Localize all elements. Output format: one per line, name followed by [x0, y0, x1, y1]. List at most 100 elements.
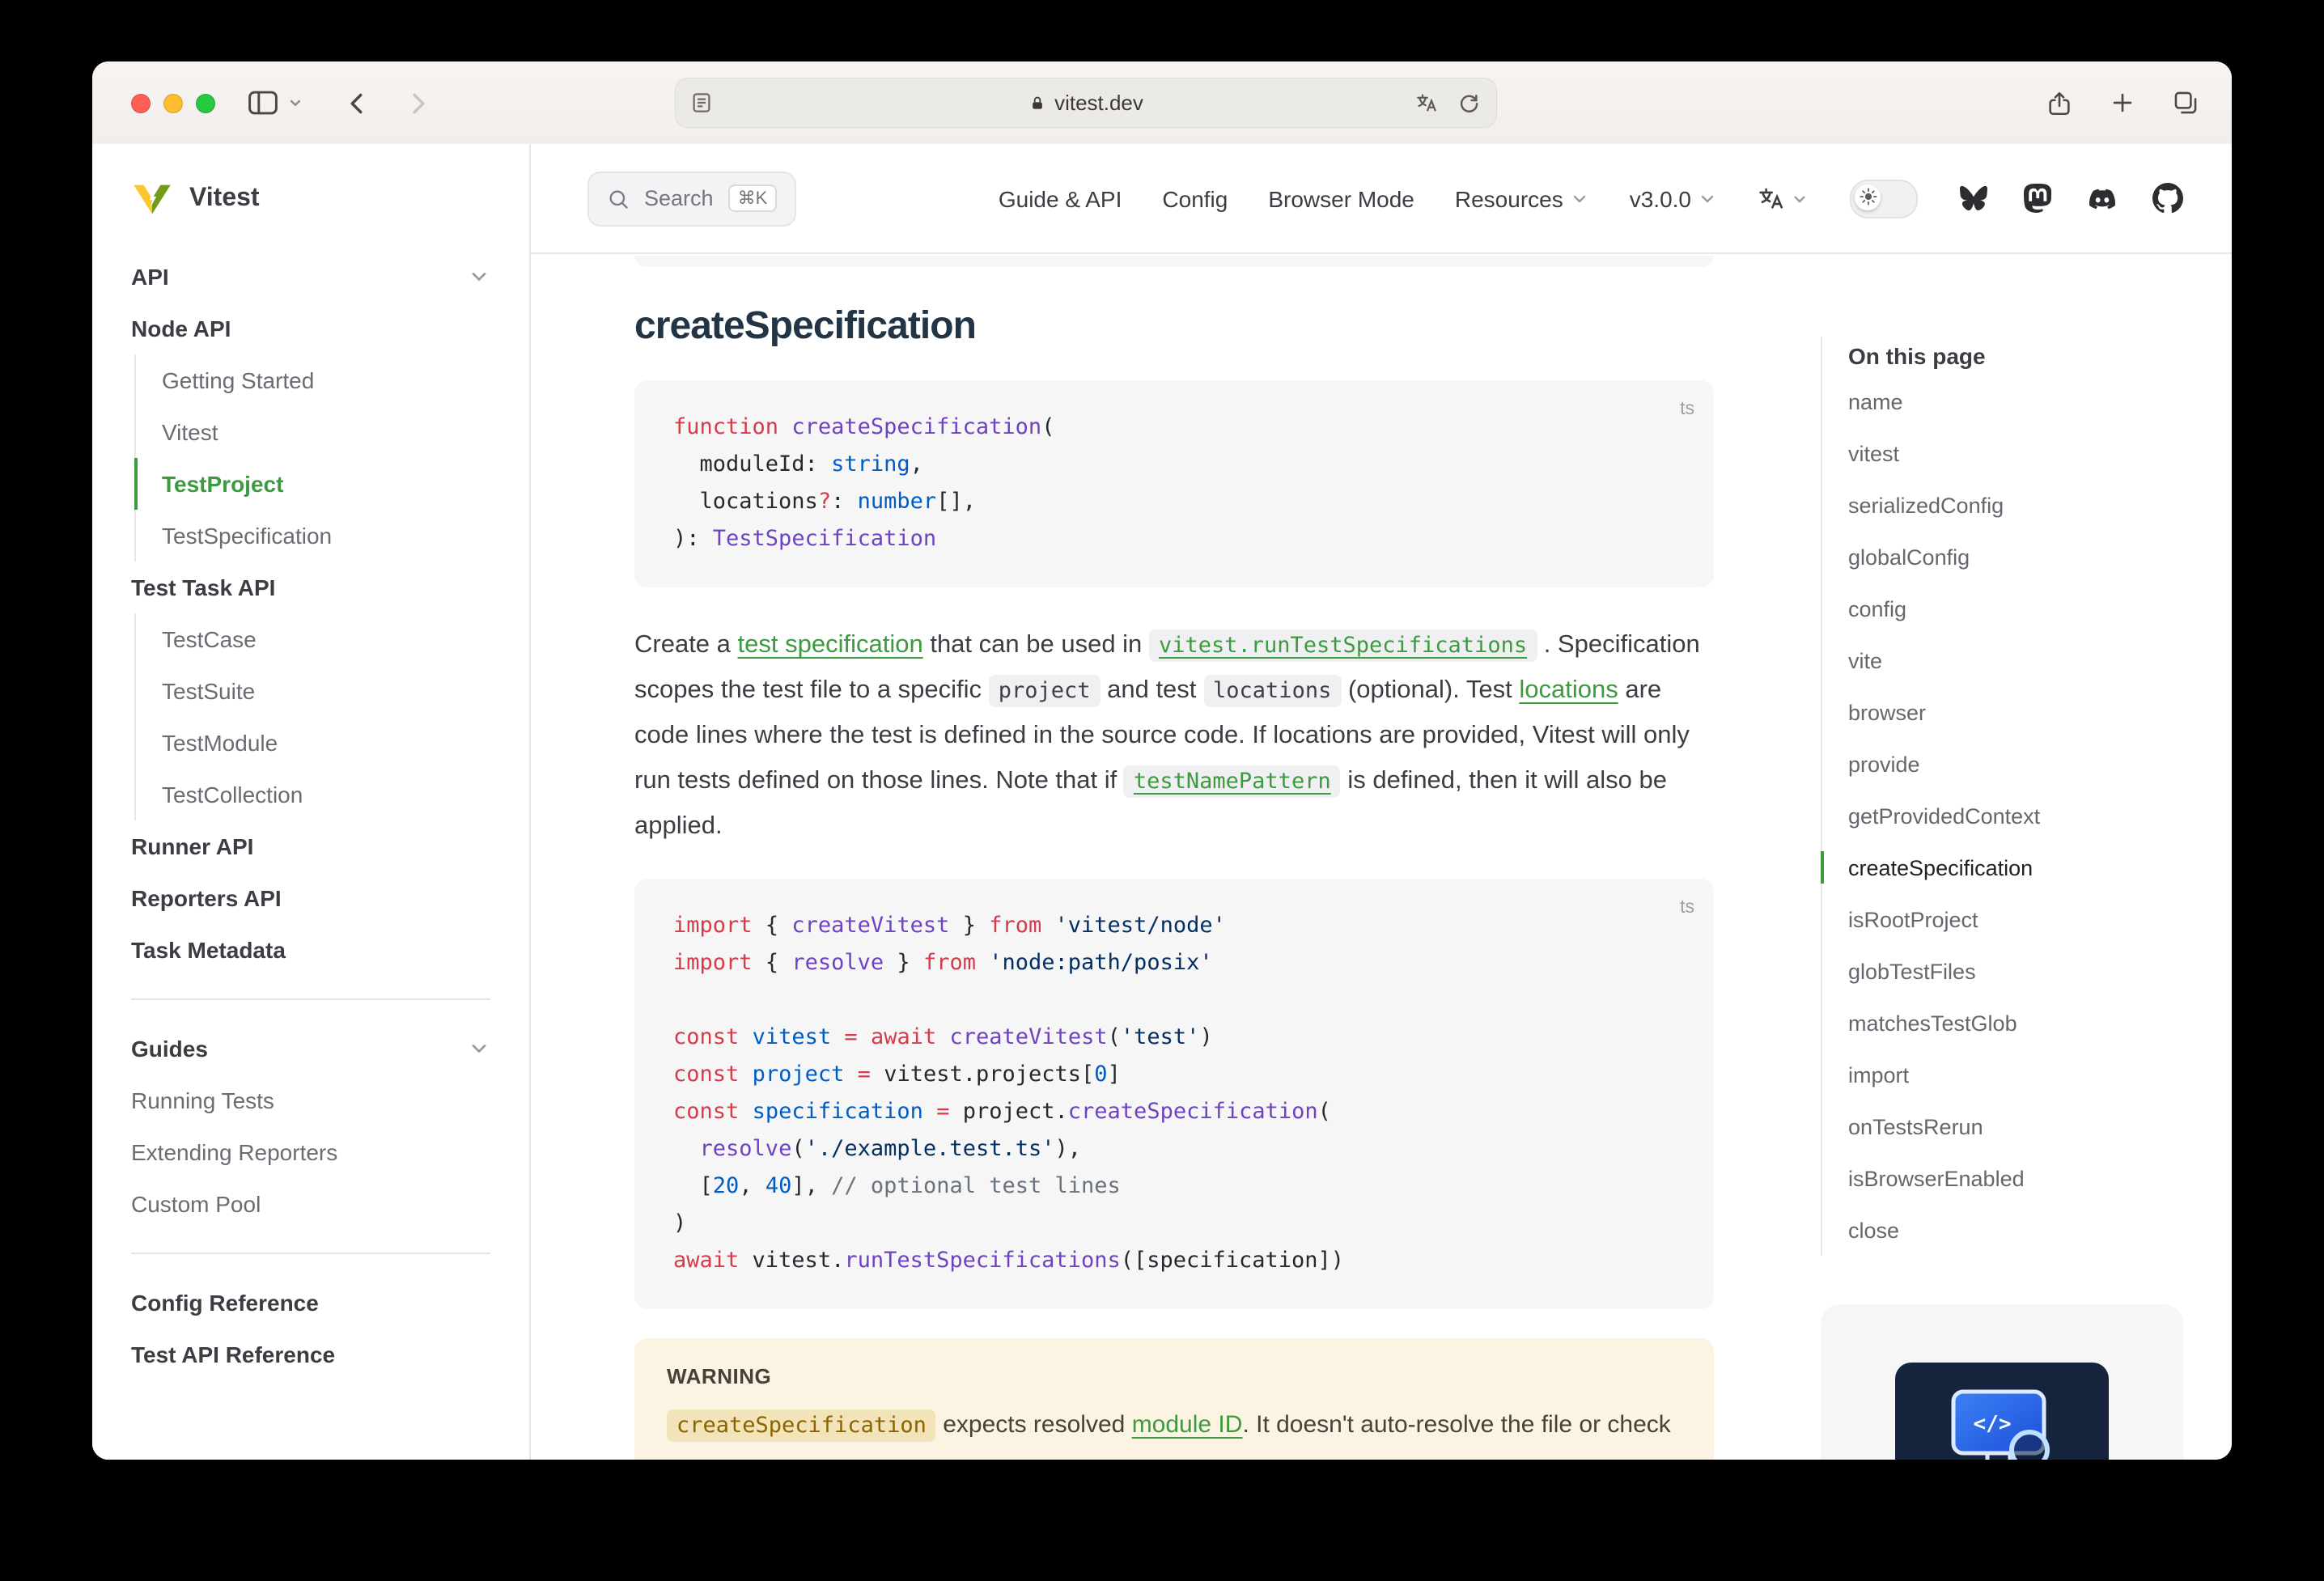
toc-item-globtestfiles[interactable]: globTestFiles: [1848, 945, 2193, 997]
toc-item-getprovidedcontext[interactable]: getProvidedContext: [1848, 790, 2193, 841]
toc-item-vitest[interactable]: vitest: [1848, 427, 2193, 479]
search-button[interactable]: Search ⌘K: [587, 171, 796, 226]
github-icon: [2152, 183, 2183, 214]
zoom-button[interactable]: [196, 93, 215, 112]
code-line: const vitest = await createVitest('test'…: [673, 1019, 1675, 1057]
sidebar-item-label: TestSuite: [162, 678, 255, 704]
tab-overview-button[interactable]: [2172, 89, 2199, 117]
sidebar-item-testsuite[interactable]: TestSuite: [134, 665, 490, 717]
nav-link-v3-0-0[interactable]: v3.0.0: [1630, 185, 1717, 211]
chevron-down-icon: [286, 94, 304, 112]
nav-link-config[interactable]: Config: [1162, 185, 1228, 211]
language-menu[interactable]: [1758, 184, 1809, 212]
ad-card[interactable]: </>: [1821, 1304, 2183, 1460]
sidebar-item-task-metadata[interactable]: Task Metadata: [131, 924, 490, 976]
sidebar-item-api[interactable]: API: [131, 251, 490, 303]
nav-link-browser-mode[interactable]: Browser Mode: [1268, 185, 1414, 211]
discord-icon: [2086, 185, 2118, 211]
code-line: await vitest.runTestSpecifications([spec…: [673, 1243, 1675, 1280]
code-block-example: ts import { createVitest } from 'vitest/…: [634, 879, 1714, 1309]
back-button[interactable]: [343, 88, 372, 117]
sidebar-item-label: Guides: [131, 1036, 208, 1062]
reload-icon[interactable]: [1457, 91, 1481, 115]
toc-item-provide[interactable]: provide: [1848, 738, 2193, 790]
sidebar-toggle-button[interactable]: [248, 89, 278, 117]
toc-item-ontestsrerun[interactable]: onTestsRerun: [1848, 1100, 2193, 1152]
sidebar-item-test-api-reference[interactable]: Test API Reference: [131, 1329, 490, 1380]
previous-code-block-edge: [634, 256, 1714, 267]
lock-icon: [1028, 93, 1045, 112]
nav-link-resources[interactable]: Resources: [1455, 185, 1589, 211]
sidebar-item-vitest[interactable]: Vitest: [134, 406, 490, 458]
translate-icon[interactable]: [1414, 91, 1439, 115]
address-bar[interactable]: vitest.dev: [675, 78, 1497, 128]
toc-item-config[interactable]: config: [1848, 583, 2193, 634]
chevron-down-icon: [1570, 189, 1589, 208]
sidebar-item-runner-api[interactable]: Runner API: [131, 820, 490, 872]
bluesky-link[interactable]: [1958, 184, 1989, 212]
sidebar-item-label: TestModule: [162, 730, 278, 756]
inline-code-link[interactable]: vitest.runTestSpecifications: [1149, 629, 1537, 662]
new-tab-icon: [2109, 89, 2136, 117]
sidebar-item-running-tests[interactable]: Running Tests: [131, 1074, 490, 1126]
toc-item-isbrowserenabled[interactable]: isBrowserEnabled: [1848, 1152, 2193, 1204]
text-link-locations[interactable]: locations: [1519, 676, 1618, 704]
share-button[interactable]: [2046, 88, 2073, 117]
chevron-down-icon: [1790, 189, 1809, 208]
sidebar-item-label: Test Task API: [131, 574, 275, 600]
sidebar-item-label: TestSpecification: [162, 523, 332, 549]
toc-item-vite[interactable]: vite: [1848, 634, 2193, 686]
text-link-test-specification[interactable]: test specification: [738, 631, 923, 659]
sidebar-item-getting-started[interactable]: Getting Started: [134, 354, 490, 406]
toc-item-createspecification[interactable]: createSpecification: [1848, 841, 2193, 893]
sidebar-item-testproject[interactable]: TestProject: [134, 458, 490, 510]
sidebar-item-reporters-api[interactable]: Reporters API: [131, 872, 490, 924]
sidebar-item-testspecification[interactable]: TestSpecification: [134, 510, 490, 562]
github-link[interactable]: [2152, 183, 2183, 214]
toc-item-matchestestglob[interactable]: matchesTestGlob: [1848, 997, 2193, 1049]
inline-code-link[interactable]: testNamePattern: [1124, 765, 1341, 798]
code-line: ): TestSpecification: [673, 521, 1675, 558]
toc-item-serializedconfig[interactable]: serializedConfig: [1848, 479, 2193, 531]
sidebar-item-config-reference[interactable]: Config Reference: [131, 1277, 490, 1329]
code-line: [20, 40], // optional test lines: [673, 1168, 1675, 1206]
discord-link[interactable]: [2086, 185, 2118, 211]
navbar-right: Guide & API Config Browser Mode Resources v3…: [999, 179, 2183, 218]
sidebar-item-testcase[interactable]: TestCase: [134, 613, 490, 665]
new-tab-button[interactable]: [2109, 89, 2136, 117]
sidebar-item-node-api[interactable]: Node API: [131, 303, 490, 354]
toc-item-import[interactable]: import: [1848, 1049, 2193, 1100]
forward-button[interactable]: [403, 88, 432, 117]
site-logo[interactable]: Vitest: [131, 176, 490, 222]
close-button[interactable]: [131, 93, 151, 112]
toc-item-name[interactable]: name: [1848, 375, 2193, 427]
code-search-monitor-icon: </>: [1939, 1379, 2065, 1460]
sidebar-item-guides[interactable]: Guides: [131, 1023, 490, 1074]
safari-window: vitest.dev: [92, 61, 2232, 1460]
sidebar-item-testcollection[interactable]: TestCollection: [134, 769, 490, 820]
text-link-module-id[interactable]: module ID: [1132, 1411, 1243, 1439]
sidebar-item-label: Vitest: [162, 419, 218, 445]
theme-toggle[interactable]: [1850, 179, 1918, 218]
toc-item-isrootproject[interactable]: isRootProject: [1848, 893, 2193, 945]
page-format-button[interactable]: [689, 78, 714, 128]
mastodon-link[interactable]: [2023, 183, 2052, 214]
tab-group-menu[interactable]: [286, 94, 304, 112]
warning-text: createSpecification expects resolved mod…: [667, 1403, 1682, 1460]
sidebar-item-custom-pool[interactable]: Custom Pool: [131, 1178, 490, 1230]
sidebar-item-test-task-api[interactable]: Test Task API: [131, 562, 490, 613]
code-line: import { createVitest } from 'vitest/nod…: [673, 908, 1675, 945]
text-run: that can be used in: [923, 631, 1149, 659]
nav-link-guide-api[interactable]: Guide & API: [999, 185, 1122, 211]
sidebar-item-testmodule[interactable]: TestModule: [134, 717, 490, 769]
toc-item-close[interactable]: close: [1848, 1204, 2193, 1256]
toc-item-browser[interactable]: browser: [1848, 686, 2193, 738]
sidebar-item-extending-reporters[interactable]: Extending Reporters: [131, 1126, 490, 1178]
toc-item-globalconfig[interactable]: globalConfig: [1848, 531, 2193, 583]
nav-link-label: Config: [1162, 185, 1228, 211]
inline-code: project: [989, 675, 1101, 707]
traffic-lights: [131, 93, 215, 112]
sidebar-item-label: TestProject: [162, 471, 283, 497]
minimize-button[interactable]: [163, 93, 183, 112]
code-line: const specification = project.createSpec…: [673, 1094, 1675, 1131]
